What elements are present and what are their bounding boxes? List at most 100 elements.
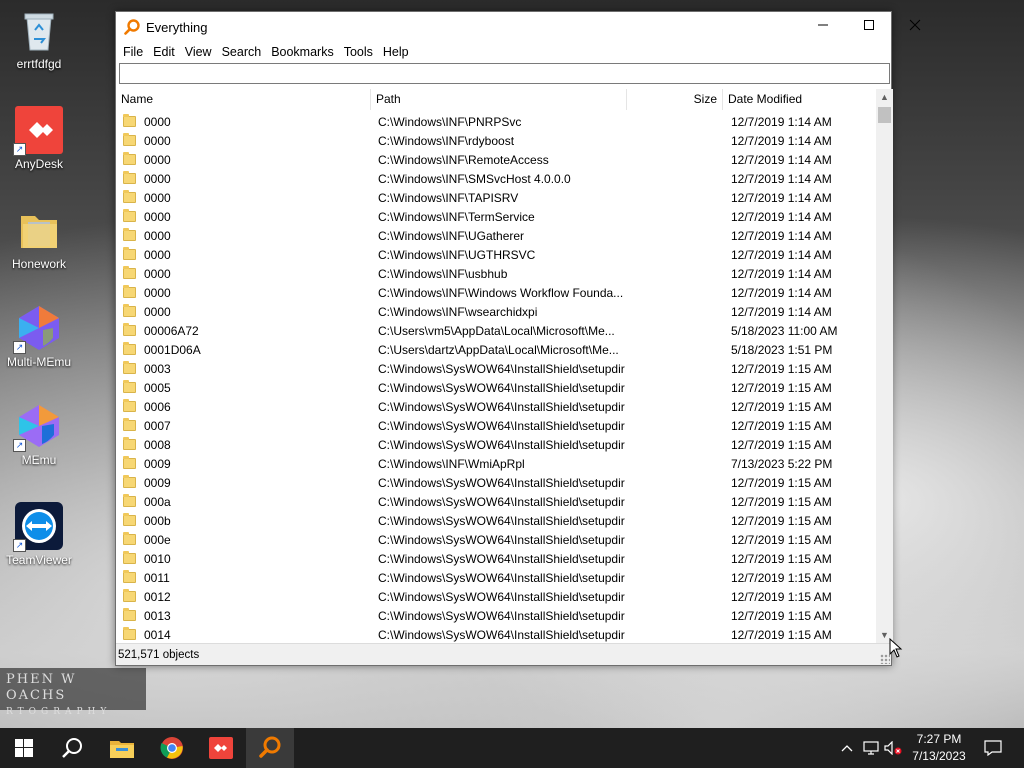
table-row[interactable]: 0000 C:\Windows\INF\usbhub 12/7/2019 1:14 … xyxy=(116,264,876,283)
table-row[interactable]: 000e C:\Windows\SysWOW64\InstallShield\se… xyxy=(116,530,876,549)
cell-path: C:\Windows\INF\wsearchidxpi xyxy=(378,304,538,319)
table-row[interactable]: 0000 C:\Windows\INF\UGTHRSVC 12/7/2019 1:1… xyxy=(116,245,876,264)
table-row[interactable]: 0012 C:\Windows\SysWOW64\InstallShield\se… xyxy=(116,587,876,606)
taskbar-search-button[interactable] xyxy=(48,728,96,768)
column-header-path[interactable]: Path xyxy=(371,89,627,110)
minimize-button[interactable] xyxy=(800,12,846,42)
shortcut-arrow-icon: ↗ xyxy=(13,539,26,552)
folder-icon xyxy=(123,418,136,431)
table-row[interactable]: 0000 C:\Windows\INF\PNRPSvc 12/7/2019 1:14… xyxy=(116,112,876,131)
table-row[interactable]: 0007 C:\Windows\SysWOW64\InstallShield\se… xyxy=(116,416,876,435)
cell-path: C:\Windows\SysWOW64\InstallShield\setupd… xyxy=(378,627,625,642)
table-row[interactable]: 0000 C:\Windows\INF\SMSvcHost 4.0.0.0 12/7… xyxy=(116,169,876,188)
table-row[interactable]: 0000 C:\Windows\INF\TAPISRV 12/7/2019 1:14… xyxy=(116,188,876,207)
column-header-size[interactable]: Size xyxy=(627,89,723,110)
taskbar-file-explorer[interactable] xyxy=(98,728,146,768)
results-list[interactable]: 0000 C:\Windows\INF\PNRPSvc 12/7/2019 1:14… xyxy=(116,112,876,644)
table-row[interactable]: 0005 C:\Windows\SysWOW64\InstallShield\se… xyxy=(116,378,876,397)
table-row[interactable]: 0009 C:\Windows\INF\WmiApRpl 7/13/2023 5:2… xyxy=(116,454,876,473)
table-row[interactable]: 0000 C:\Windows\INF\RemoteAccess 12/7/2019… xyxy=(116,150,876,169)
table-row[interactable]: 0000 C:\Windows\INF\wsearchidxpi 12/7/2019… xyxy=(116,302,876,321)
show-hidden-icons-button[interactable] xyxy=(837,728,857,768)
column-header-date-modified[interactable]: Date Modified xyxy=(723,89,876,110)
title-bar[interactable]: Everything xyxy=(116,12,921,42)
cell-path: C:\Windows\INF\PNRPSvc xyxy=(378,114,522,129)
chevron-up-icon xyxy=(841,745,853,752)
file-name: 0010 xyxy=(144,551,171,566)
menu-bookmarks[interactable]: Bookmarks xyxy=(266,45,339,59)
start-icon xyxy=(15,739,33,757)
menu-view[interactable]: View xyxy=(180,45,217,59)
search-input[interactable] xyxy=(120,64,889,83)
search-box[interactable] xyxy=(119,63,890,84)
cell-path: C:\Windows\SysWOW64\InstallShield\setupd… xyxy=(378,399,625,414)
scroll-up-arrow-icon[interactable]: ▲ xyxy=(876,89,893,106)
window-title: Everything xyxy=(146,19,208,35)
volume-tray-button[interactable] xyxy=(882,728,904,768)
menu-help[interactable]: Help xyxy=(378,45,414,59)
menu-search[interactable]: Search xyxy=(217,45,267,59)
file-name: 0009 xyxy=(144,475,171,490)
cell-date-modified: 12/7/2019 1:14 AM xyxy=(731,190,832,205)
table-row[interactable]: 0000 C:\Windows\INF\UGatherer 12/7/2019 1:… xyxy=(116,226,876,245)
desktop-icon-label: errtfdfgd xyxy=(16,57,62,71)
clock-date: 7/13/2023 xyxy=(912,749,966,763)
table-row[interactable]: 0006 C:\Windows\SysWOW64\InstallShield\se… xyxy=(116,397,876,416)
folder-icon xyxy=(123,266,136,279)
cell-name: 0006 xyxy=(116,399,371,414)
taskbar-everything[interactable] xyxy=(246,728,294,768)
cell-date-modified: 12/7/2019 1:15 AM xyxy=(731,513,832,528)
cell-date-modified: 12/7/2019 1:15 AM xyxy=(731,532,832,547)
object-count: 521,571 objects xyxy=(118,649,200,661)
menu-file[interactable]: File xyxy=(118,45,148,59)
cell-name: 0005 xyxy=(116,380,371,395)
vertical-scrollbar[interactable]: ▲ ▼ xyxy=(876,89,893,644)
network-tray-button[interactable] xyxy=(860,728,882,768)
cell-name: 0000 xyxy=(116,133,371,148)
table-row[interactable]: 000a C:\Windows\SysWOW64\InstallShield\se… xyxy=(116,492,876,511)
folder-icon xyxy=(123,342,136,355)
cell-name: 0000 xyxy=(116,266,371,281)
table-row[interactable]: 0014 C:\Windows\SysWOW64\InstallShield\se… xyxy=(116,625,876,644)
desktop-icon-honework[interactable]: Honework xyxy=(1,206,77,271)
folder-icon xyxy=(123,437,136,450)
desktop-icon-recycle-bin[interactable]: errtfdfgd xyxy=(1,6,77,71)
scrollbar-thumb[interactable] xyxy=(878,107,891,123)
maximize-button[interactable] xyxy=(846,12,892,42)
table-row[interactable]: 0011 C:\Windows\SysWOW64\InstallShield\se… xyxy=(116,568,876,587)
cell-date-modified: 12/7/2019 1:14 AM xyxy=(731,133,832,148)
table-row[interactable]: 0010 C:\Windows\SysWOW64\InstallShield\se… xyxy=(116,549,876,568)
taskbar-anydesk[interactable] xyxy=(197,728,245,768)
everything-window[interactable]: Everything File Edit View Search Bookmar… xyxy=(115,11,921,666)
taskbar-clock[interactable]: 7:27 PM 7/13/2023 xyxy=(903,731,975,765)
table-row[interactable]: 00006A72 C:\Users\vm5\AppData\Local\Micro… xyxy=(116,321,876,340)
desktop-icon-anydesk[interactable]: ↗ AnyDesk xyxy=(1,106,77,171)
cell-date-modified: 12/7/2019 1:14 AM xyxy=(731,304,832,319)
table-row[interactable]: 0000 C:\Windows\INF\rdyboost 12/7/2019 1:1… xyxy=(116,131,876,150)
table-row[interactable]: 0000 C:\Windows\INF\Windows Workflow Foun… xyxy=(116,283,876,302)
desktop-icon-teamviewer[interactable]: ↗ TeamViewer xyxy=(1,502,77,567)
cell-date-modified: 12/7/2019 1:15 AM xyxy=(731,475,832,490)
table-row[interactable]: 0008 C:\Windows\SysWOW64\InstallShield\se… xyxy=(116,435,876,454)
table-row[interactable]: 000b C:\Windows\SysWOW64\InstallShield\se… xyxy=(116,511,876,530)
taskbar-chrome[interactable] xyxy=(148,728,196,768)
table-row[interactable]: 0013 C:\Windows\SysWOW64\InstallShield\se… xyxy=(116,606,876,625)
cell-path: C:\Windows\SysWOW64\InstallShield\setupd… xyxy=(378,589,625,604)
table-row[interactable]: 0000 C:\Windows\INF\TermService 12/7/2019 … xyxy=(116,207,876,226)
column-header-name[interactable]: Name xyxy=(116,89,371,110)
start-button[interactable] xyxy=(0,728,48,768)
table-row[interactable]: 0009 C:\Windows\SysWOW64\InstallShield\se… xyxy=(116,473,876,492)
file-name: 0000 xyxy=(144,285,171,300)
cell-date-modified: 12/7/2019 1:15 AM xyxy=(731,380,832,395)
cell-path: C:\Windows\SysWOW64\InstallShield\setupd… xyxy=(378,418,625,433)
close-button[interactable] xyxy=(892,12,938,42)
folder-icon xyxy=(123,209,136,222)
menu-edit[interactable]: Edit xyxy=(148,45,180,59)
cell-path: C:\Windows\SysWOW64\InstallShield\setupd… xyxy=(378,475,625,490)
desktop-icon-memu[interactable]: ↗ MEmu xyxy=(1,402,77,467)
table-row[interactable]: 0003 C:\Windows\SysWOW64\InstallShield\se… xyxy=(116,359,876,378)
action-center-button[interactable] xyxy=(978,728,1008,768)
menu-tools[interactable]: Tools xyxy=(339,45,378,59)
table-row[interactable]: 0001D06A C:\Users\dartz\AppData\Local\Mic… xyxy=(116,340,876,359)
desktop-icon-multi-memu[interactable]: ↗ Multi-MEmu xyxy=(1,304,77,369)
